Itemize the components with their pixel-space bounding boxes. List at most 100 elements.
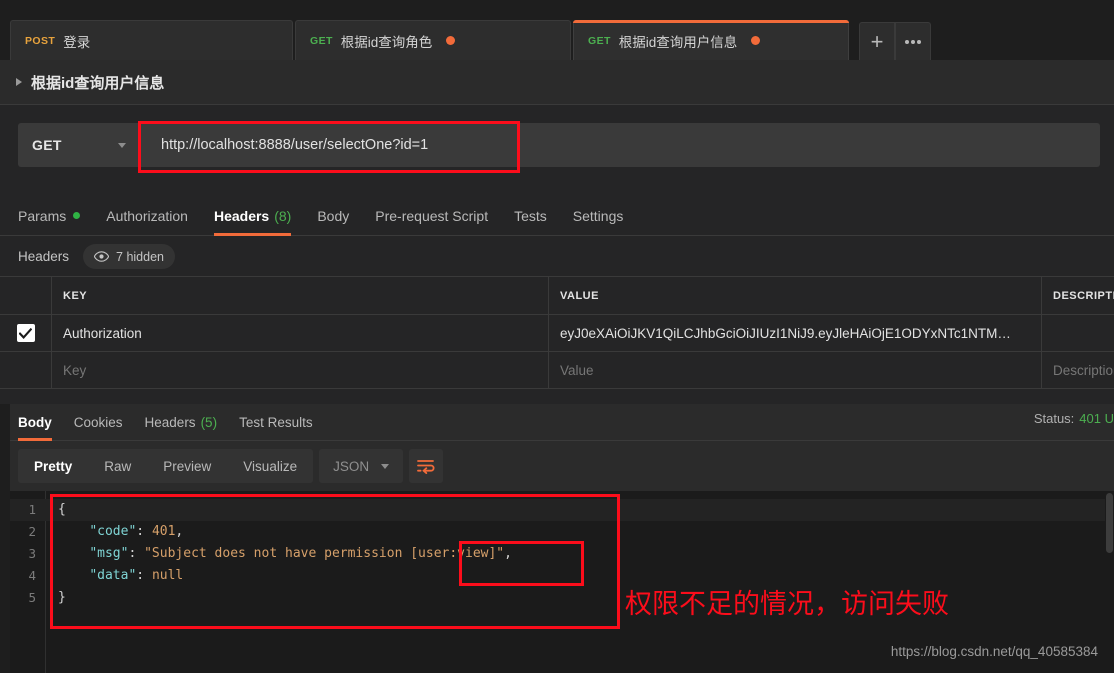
response-body-toolbar: Pretty Raw Preview Visualize JSON: [10, 441, 1114, 491]
request-tab-role-by-id[interactable]: GET 根据id查询角色: [295, 20, 571, 60]
code-line: 3 "msg": "Subject does not have permissi…: [10, 543, 1114, 565]
unsaved-indicator-dot: [446, 36, 456, 45]
code-token: {: [58, 502, 66, 517]
tab-pre-request-script[interactable]: Pre-request Script: [375, 196, 488, 236]
tab-name-label: 登录: [63, 34, 91, 50]
url-bar: GET http://localhost:8888/user/selectOne…: [18, 123, 1100, 167]
new-tab-button[interactable]: +: [859, 22, 895, 60]
tab-label: Test Results: [239, 414, 313, 430]
code-token: "code": [89, 524, 137, 539]
chevron-down-icon: [118, 142, 126, 148]
table-row[interactable]: Authorization eyJ0eXAiOiJKV1QiLCJhbGciOi…: [0, 315, 1114, 352]
watermark-url: https://blog.csdn.net/qq_40585384: [890, 644, 1098, 659]
url-input[interactable]: http://localhost:8888/user/selectOne?id=…: [140, 123, 1100, 167]
tab-method-label: POST: [25, 34, 56, 47]
http-method-select[interactable]: GET: [18, 123, 140, 167]
table-header-row: KEY VALUE DESCRIPTION: [0, 277, 1114, 315]
line-number: 2: [28, 524, 36, 539]
unsaved-indicator-dot: [751, 36, 761, 45]
code-token: "data": [89, 568, 137, 583]
header-description-input[interactable]: [1042, 315, 1114, 351]
code-line-text: "data": null: [46, 565, 183, 587]
response-tab-body[interactable]: Body: [18, 404, 52, 441]
tab-strip-actions: +: [859, 22, 931, 60]
code-token: "msg": [89, 546, 129, 561]
response-language-select[interactable]: JSON: [319, 449, 404, 483]
chevron-down-icon: [381, 463, 390, 469]
tab-tests[interactable]: Tests: [514, 196, 547, 236]
code-token: :: [136, 524, 152, 539]
column-label: KEY: [63, 289, 88, 302]
code-token: 401: [151, 524, 176, 539]
tab-options-button[interactable]: [895, 22, 931, 60]
chevron-right-icon[interactable]: [16, 78, 22, 86]
request-config-tabs: Params Authorization Headers (8) Body Pr…: [0, 196, 1114, 236]
row-enabled-checkbox[interactable]: [16, 324, 35, 342]
tab-label: Authorization: [106, 207, 188, 224]
tab-params[interactable]: Params: [18, 196, 81, 236]
tab-label: Headers: [144, 414, 196, 430]
checkmark-icon: [19, 327, 32, 339]
new-header-value-input[interactable]: Value: [549, 352, 1042, 388]
new-header-key-input[interactable]: Key: [52, 352, 549, 388]
request-tab-login[interactable]: POST 登录: [10, 20, 293, 60]
response-tab-headers[interactable]: Headers (5): [145, 404, 218, 441]
column-header-value: VALUE: [549, 277, 1042, 314]
format-tab-pretty[interactable]: Pretty: [18, 449, 88, 483]
language-value: JSON: [333, 458, 370, 474]
tab-label: Raw: [104, 458, 132, 474]
format-tab-preview[interactable]: Preview: [147, 449, 227, 483]
word-wrap-button[interactable]: [409, 449, 444, 483]
line-number: 4: [28, 568, 36, 583]
tab-label: Settings: [572, 207, 624, 224]
tab-body[interactable]: Body: [317, 196, 349, 236]
new-header-description-input[interactable]: Description: [1042, 352, 1114, 388]
column-header-description: DESCRIPTION: [1042, 277, 1114, 314]
tab-settings[interactable]: Settings: [573, 196, 624, 236]
response-tab-cookies[interactable]: Cookies: [74, 404, 123, 441]
response-tabs: Body Cookies Headers (5) Test Results: [10, 404, 1114, 441]
code-token: :: [128, 546, 145, 561]
request-tab-user-by-id[interactable]: GET 根据id查询用户信息: [573, 20, 849, 60]
code-token: :: [136, 568, 152, 583]
header-value-input[interactable]: eyJ0eXAiOiJKV1QiLCJhbGciOiJIUzI1NiJ9.eyJ…: [549, 315, 1042, 351]
response-body-scrollbar[interactable]: [1105, 491, 1114, 673]
hidden-headers-toggle[interactable]: 7 hidden: [83, 244, 175, 269]
annotation-caption: 权限不足的情况，访问失败: [625, 589, 949, 620]
scrollbar-thumb[interactable]: [1106, 493, 1113, 553]
postman-window: POST 登录 GET 根据id查询角色 GET 根据id查询用户信息 + 根据…: [0, 0, 1114, 673]
request-name-breadcrumb-row[interactable]: 根据id查询用户信息: [0, 60, 1114, 105]
header-key-value: Authorization: [63, 325, 142, 341]
response-pane-left-edge: [0, 404, 10, 673]
placeholder-text: Value: [560, 362, 594, 378]
code-token: "Subject does not have permission [user:…: [144, 546, 505, 561]
tab-authorization[interactable]: Authorization: [106, 196, 188, 236]
format-tab-raw[interactable]: Raw: [88, 449, 147, 483]
column-label: DESCRIPTION: [1053, 289, 1114, 302]
tab-name-label: 根据id查询用户信息: [618, 34, 738, 50]
placeholder-text: Key: [63, 362, 87, 378]
tab-count: (8): [274, 207, 292, 224]
tab-label: Preview: [163, 458, 212, 474]
request-tab-strip: POST 登录 GET 根据id查询角色 GET 根据id查询用户信息 +: [0, 0, 1114, 60]
column-header-key: KEY: [52, 277, 549, 314]
response-tab-test-results[interactable]: Test Results: [239, 404, 313, 441]
tab-headers[interactable]: Headers (8): [213, 196, 292, 236]
status-badge: 401 U: [1079, 411, 1114, 426]
http-method-value: GET: [32, 137, 62, 153]
code-line: 1{: [10, 499, 1114, 521]
line-number: 3: [28, 546, 36, 561]
tab-label: Tests: [514, 207, 547, 224]
eye-icon: [94, 251, 110, 262]
response-status: Status: 401 U: [1034, 411, 1114, 426]
page-title: 根据id查询用户信息: [31, 74, 165, 92]
column-label: VALUE: [560, 289, 599, 302]
table-row-new[interactable]: Key Value Description: [0, 352, 1114, 389]
tab-label: Body: [18, 414, 52, 430]
header-key-input[interactable]: Authorization: [52, 315, 549, 351]
response-format-tabs: Pretty Raw Preview Visualize: [18, 449, 314, 483]
row-checkbox-cell: [0, 352, 52, 388]
line-number: 1: [28, 502, 36, 517]
format-tab-visualize[interactable]: Visualize: [227, 449, 313, 483]
